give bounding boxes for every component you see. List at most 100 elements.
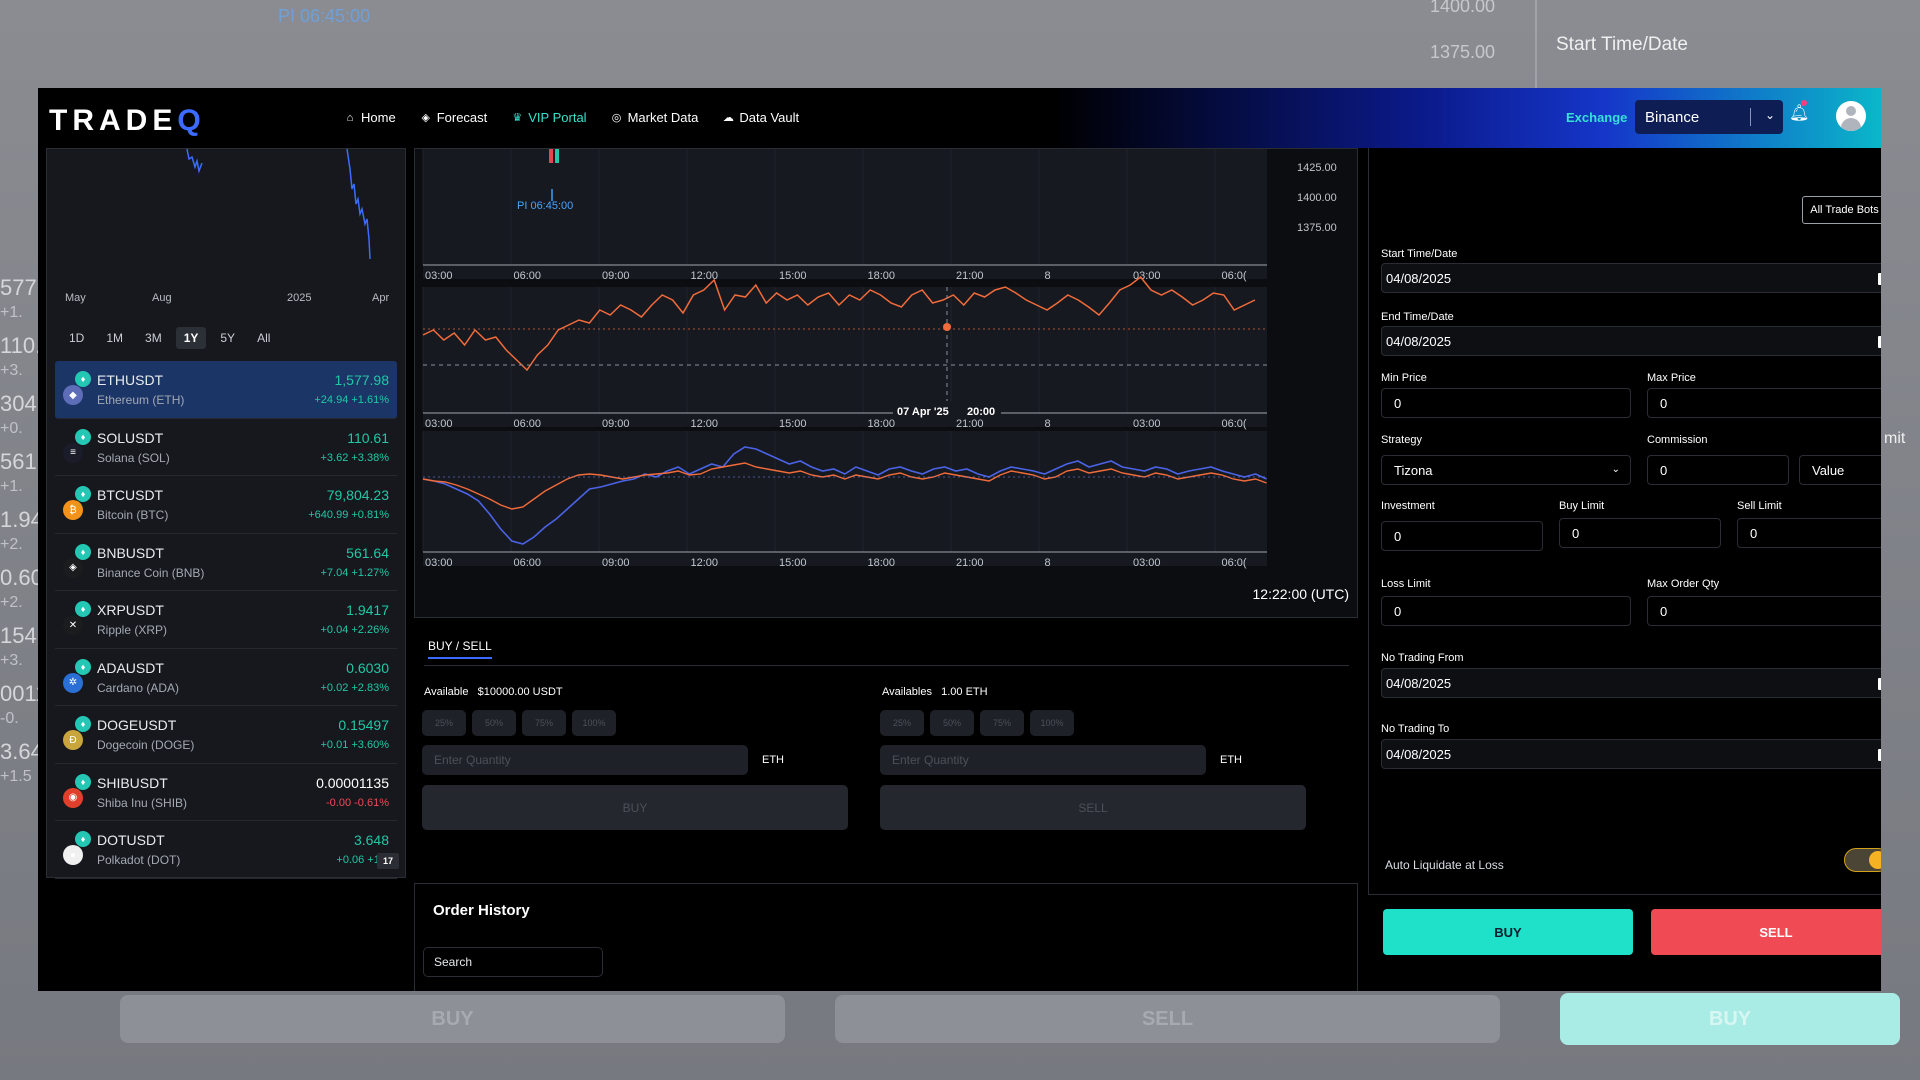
nav-links: ⌂ Home ◈ Forecast ♛ VIP Portal ◎ Market Data…: [344, 110, 799, 125]
bell-icon[interactable]: 🔔︎: [1789, 103, 1809, 123]
start-date-input[interactable]: 04/08/2025: [1381, 263, 1881, 293]
nav-market-label: Market Data: [627, 110, 699, 125]
coin-row-xrpusdt[interactable]: ✕ ♦ XRPUSDT Ripple (XRP) 1.9417 +0.04 +2.26%: [55, 591, 397, 649]
coin-row-adausdt[interactable]: ✲ ♦ ADAUSDT Cardano (ADA) 0.6030 +0.02 +2.83%: [55, 649, 397, 706]
buy-pct-50[interactable]: 50%: [472, 710, 516, 736]
time-tick-label: 03:00: [1133, 557, 1161, 569]
bg-buy-right-button: BUY: [1560, 993, 1900, 1045]
crosshair-point: [943, 323, 951, 331]
bg-left-number: 110.: [0, 333, 42, 358]
time-tick-label: 03:00: [425, 418, 453, 430]
solusdt-coin-icon: ≡: [63, 442, 83, 463]
sell-limit-input[interactable]: 0: [1737, 518, 1881, 548]
order-history-title: Order History: [433, 902, 530, 919]
form-sell-button[interactable]: SELL: [1651, 909, 1881, 955]
range-all[interactable]: All: [249, 327, 278, 349]
auto-liquidate-toggle[interactable]: [1844, 848, 1881, 872]
tradingview-logo[interactable]: 17: [377, 853, 399, 869]
price-tick-label: 1400.00: [1297, 192, 1337, 204]
nav-data-vault[interactable]: ☁ Data Vault: [722, 110, 799, 125]
coin-row-btcusdt[interactable]: ₿ ♦ BTCUSDT Bitcoin (BTC) 79,804.23 +640.99 +…: [55, 476, 397, 534]
candle-mark: [549, 149, 553, 163]
nav-market-data[interactable]: ◎ Market Data: [611, 110, 699, 125]
range-5y[interactable]: 5Y: [212, 327, 243, 349]
coin-row-dogeusdt[interactable]: Ð ♦ DOGEUSDT Dogecoin (DOGE) 0.15497 +0.01 +3…: [55, 706, 397, 764]
form-buy-button[interactable]: BUY: [1383, 909, 1633, 955]
max-price-input[interactable]: 0: [1647, 388, 1881, 418]
coin-name: Ripple (XRP): [97, 623, 168, 637]
bg-price-2: 1375.00: [1430, 42, 1496, 62]
order-search-input[interactable]: Search: [423, 947, 603, 977]
avatar-head: [1846, 106, 1856, 116]
exchange-select[interactable]: Binance ⌄: [1635, 100, 1783, 134]
coin-row-dotusdt[interactable]: ● ♦ DOTUSDT Polkadot (DOT) 3.648 +0.06 +1.5: [55, 821, 397, 879]
commission-label: Commission: [1647, 434, 1708, 446]
range-1y[interactable]: 1Y: [175, 327, 207, 349]
buy-limit-input[interactable]: 0: [1559, 518, 1721, 548]
buy-pct-25[interactable]: 25%: [422, 710, 466, 736]
max-order-qty-input[interactable]: 0: [1647, 596, 1881, 626]
coin-price: 1.9417: [346, 602, 389, 618]
gem-badge-icon: ♦: [75, 601, 91, 617]
coin-name: Binance Coin (BNB): [97, 565, 205, 580]
price-charts: 03:00 06:00 09:00 12:00 15:00 18:00 21:00 8 03:0…: [422, 149, 1337, 569]
end-date-input[interactable]: 04/08/2025: [1381, 326, 1881, 356]
investment-input[interactable]: 0: [1381, 521, 1543, 551]
strategy-label: Strategy: [1381, 434, 1422, 446]
tradeq-logo[interactable]: TRADEQ: [49, 104, 206, 138]
calendar-icon[interactable]: [1878, 678, 1881, 690]
sell-button[interactable]: SELL: [880, 785, 1306, 830]
coin-row-ethusdt[interactable]: ◆ ♦ ETHUSDT Ethereum (ETH) 1,577.98 +24.94 +1…: [55, 361, 397, 419]
max-price-label: Max Price: [1647, 372, 1696, 384]
commission-type-select[interactable]: Value ⌄: [1799, 455, 1881, 485]
buy-pct-100[interactable]: 100%: [572, 710, 616, 736]
time-tick-label: 21:00: [956, 270, 984, 282]
coin-symbol: DOGEUSDT: [97, 717, 177, 733]
nav-home[interactable]: ⌂ Home: [344, 110, 396, 125]
bg-start-label: Start Time/Date: [1556, 34, 1688, 55]
time-tick-label: 21:00: [956, 557, 984, 569]
range-3m[interactable]: 3M: [137, 327, 170, 349]
sell-pct-50[interactable]: 50%: [930, 710, 974, 736]
loss-limit-input[interactable]: 0: [1381, 596, 1631, 626]
bg-sell-button: SELL: [835, 995, 1500, 1043]
calendar-icon[interactable]: [1878, 273, 1881, 285]
x-axis-aug: Aug: [152, 292, 172, 304]
coin-change: +0.02 +2.83%: [320, 681, 389, 694]
sell-pct-75[interactable]: 75%: [980, 710, 1024, 736]
coin-price: 79,804.23: [326, 487, 389, 503]
crown-icon: ♛: [512, 111, 523, 124]
sell-pct-25[interactable]: 25%: [880, 710, 924, 736]
sell-quantity-input[interactable]: Enter Quantity: [880, 745, 1206, 775]
min-price-input[interactable]: 0: [1381, 388, 1631, 418]
sell-pct-100[interactable]: 100%: [1030, 710, 1074, 736]
buy-quantity-input[interactable]: Enter Quantity: [422, 745, 748, 775]
bg-left-number: 304.: [0, 391, 43, 416]
available-eth: Availables 1.00 ETH: [882, 686, 988, 698]
time-tick-label: 15:00: [779, 557, 807, 569]
all-trade-bots-button[interactable]: All Trade Botsⓘ: [1802, 196, 1881, 224]
coin-row-shibusdt[interactable]: ◉ ♦ SHIBUSDT Shiba Inu (SHIB) 0.00001135 -0.0…: [55, 764, 397, 821]
calendar-icon[interactable]: [1878, 336, 1881, 348]
buy-button[interactable]: BUY: [422, 785, 848, 830]
logo-text: TRADE: [49, 104, 178, 137]
coin-row-bnbusdt[interactable]: ◈ ♦ BNBUSDT Binance Coin (BNB) 561.64 +7.04 +…: [55, 534, 397, 591]
range-1d[interactable]: 1D: [61, 327, 92, 349]
user-avatar[interactable]: [1836, 101, 1866, 131]
commission-input[interactable]: 0: [1647, 455, 1789, 485]
buy-pct-75[interactable]: 75%: [522, 710, 566, 736]
tab-divider: [424, 665, 1349, 666]
coin-price: 1,577.98: [334, 372, 390, 388]
calendar-icon[interactable]: [1878, 749, 1881, 761]
order-history: Order History Search: [414, 883, 1358, 991]
x-axis-apr: Apr: [372, 292, 390, 304]
no-trading-from-input[interactable]: 04/08/2025: [1381, 668, 1881, 698]
tab-buy-sell[interactable]: BUY / SELL: [428, 639, 492, 659]
strategy-select[interactable]: Tizona ⌄: [1381, 455, 1631, 485]
nav-forecast[interactable]: ◈ Forecast: [420, 110, 487, 125]
no-trading-to-input[interactable]: 04/08/2025: [1381, 739, 1881, 769]
range-1m[interactable]: 1M: [98, 327, 131, 349]
coin-row-solusdt[interactable]: ≡ ♦ SOLUSDT Solana (SOL) 110.61 +3.62 +3.38%: [55, 419, 397, 476]
nav-vip-portal[interactable]: ♛ VIP Portal: [511, 110, 586, 125]
price-tick-label: 1375.00: [1297, 222, 1337, 234]
